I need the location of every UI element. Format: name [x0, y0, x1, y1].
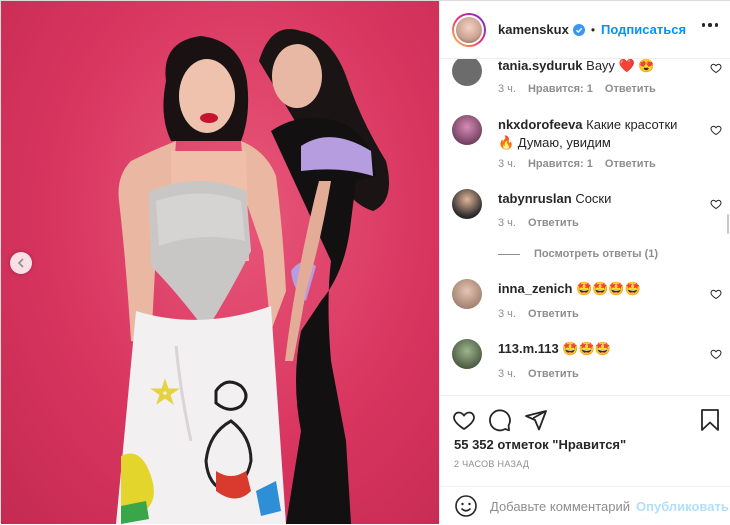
comment-username[interactable]: tania.syduruk	[498, 59, 583, 73]
post-timestamp[interactable]: 2 ЧАСОВ НАЗАД	[454, 459, 529, 469]
comment-heart-icon[interactable]	[710, 288, 722, 300]
more-icon	[701, 23, 705, 27]
chevron-left-icon	[17, 258, 24, 268]
bookmark-icon[interactable]	[698, 408, 722, 432]
comment-time: 3 ч.	[498, 217, 516, 229]
comment-username[interactable]: nkxdorofeeva	[498, 117, 583, 132]
commenter-avatar[interactable]	[452, 59, 482, 86]
comment-heart-icon[interactable]	[710, 124, 722, 136]
post-photo[interactable]	[1, 1, 439, 524]
reply-button[interactable]: Ответить	[605, 158, 656, 170]
publish-button[interactable]: Опубликовать	[636, 499, 729, 514]
comment-meta: 3 ч. Нравится: 1 Ответить	[498, 83, 656, 95]
comment-username[interactable]: inna_zenich	[498, 281, 572, 296]
emoji-icon[interactable]	[454, 494, 478, 518]
photo-illustration	[116, 29, 390, 524]
comment-meta: 3 ч. Ответить	[498, 217, 579, 229]
comment-heart-icon[interactable]	[710, 62, 722, 74]
commenter-avatar[interactable]	[452, 189, 482, 219]
comment-time: 3 ч.	[498, 158, 516, 170]
comment-icon[interactable]	[488, 408, 512, 432]
comments-scrollbar[interactable]	[727, 214, 729, 234]
view-replies-button[interactable]: Посмотреть ответы (1)	[498, 248, 658, 260]
verified-icon	[572, 23, 585, 36]
more-icon	[714, 23, 718, 27]
comment-username[interactable]: tabynruslan	[498, 191, 572, 206]
reply-button[interactable]: Ответить	[605, 83, 656, 95]
reply-button[interactable]: Ответить	[528, 368, 579, 380]
comment-input[interactable]	[490, 498, 630, 514]
divider-line	[498, 253, 520, 255]
post-sidebar: kamenskux • Подписаться tania.syduruk Ва…	[439, 1, 730, 524]
likes-count[interactable]: 55 352 отметок "Нравится"	[454, 437, 626, 452]
commenter-avatar[interactable]	[452, 339, 482, 369]
comment-body: tabynruslan Соски	[498, 190, 693, 208]
comment-likes[interactable]: Нравится: 1	[528, 83, 593, 95]
comment-username[interactable]: 113.m.113	[498, 341, 559, 356]
commenter-avatar[interactable]	[452, 279, 482, 309]
comment-meta: 3 ч. Ответить	[498, 368, 579, 380]
commenter-avatar[interactable]	[452, 115, 482, 145]
comment-body: 113.m.113 🤩🤩🤩	[498, 340, 693, 358]
comments-list: tania.syduruk Вауу ❤️ 😍 3 ч. Нравится: 1…	[440, 59, 730, 395]
comment-text: 🤩🤩🤩🤩	[576, 281, 641, 296]
comment-time: 3 ч.	[498, 83, 516, 95]
comment-meta: 3 ч. Ответить	[498, 308, 579, 320]
post-container: kamenskux • Подписаться tania.syduruk Ва…	[0, 0, 730, 524]
add-comment-row: Опубликовать	[440, 486, 730, 525]
comment-body: nkxdorofeeva Какие красотки🔥 Думаю, увид…	[498, 116, 693, 152]
comment-heart-icon[interactable]	[710, 348, 722, 360]
comment-text: 🤩🤩🤩	[562, 341, 611, 356]
comment-body: tania.syduruk Вауу ❤️ 😍	[498, 59, 693, 75]
comment-time: 3 ч.	[498, 308, 516, 320]
comment-heart-icon[interactable]	[710, 198, 722, 210]
prev-photo-button[interactable]	[10, 252, 32, 274]
more-options-button[interactable]	[701, 23, 718, 27]
heart-icon[interactable]	[452, 408, 476, 432]
comment-time: 3 ч.	[498, 368, 516, 380]
view-replies-label: Посмотреть ответы (1)	[534, 248, 659, 260]
author-avatar[interactable]	[452, 12, 486, 47]
comment-text: Вауу ❤️ 😍	[586, 59, 655, 73]
follow-button[interactable]: Подписаться	[601, 22, 686, 37]
more-icon	[708, 23, 712, 27]
avatar-image	[454, 14, 484, 45]
comment-body: inna_zenich 🤩🤩🤩🤩	[498, 280, 693, 298]
author-username[interactable]: kamenskux	[498, 22, 569, 37]
reply-button[interactable]: Ответить	[528, 308, 579, 320]
post-header: kamenskux • Подписаться	[440, 1, 730, 59]
comment-likes[interactable]: Нравится: 1	[528, 158, 593, 170]
post-actions: 55 352 отметок "Нравится" 2 ЧАСОВ НАЗАД …	[440, 395, 730, 524]
separator-dot: •	[590, 22, 596, 37]
comment-meta: 3 ч. Нравится: 1 Ответить	[498, 158, 656, 170]
comment-text: Соски	[575, 191, 612, 206]
share-icon[interactable]	[524, 408, 548, 432]
reply-button[interactable]: Ответить	[528, 217, 579, 229]
